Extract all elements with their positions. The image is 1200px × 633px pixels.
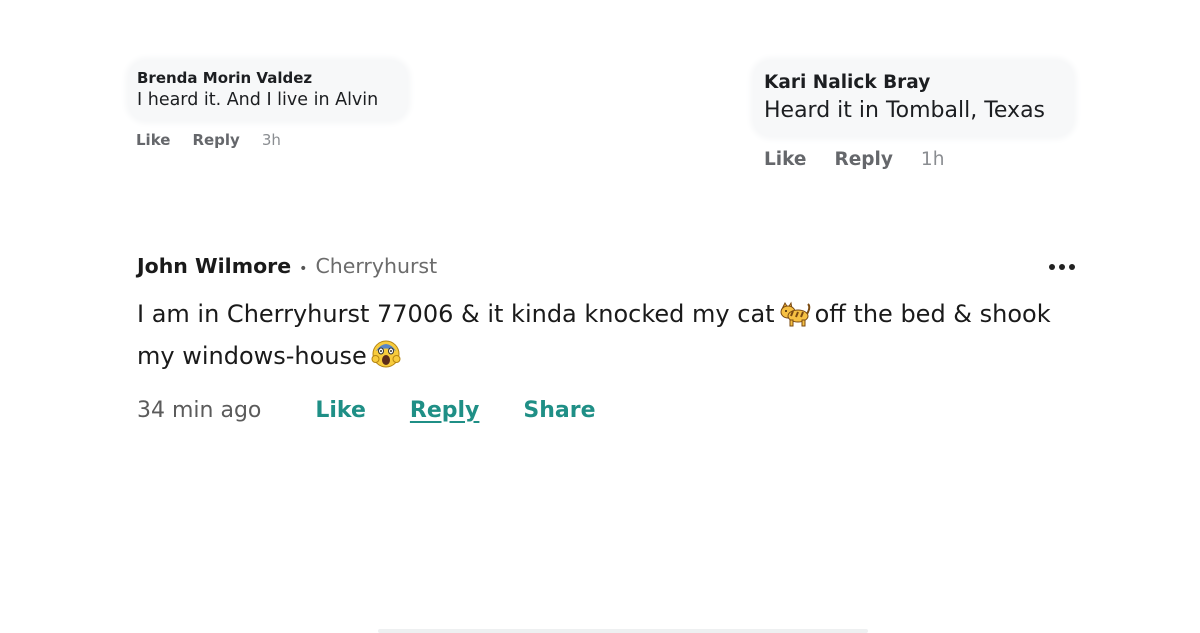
comment-kari: Kari Nalick Bray Heard it in Tomball, Te… [753,60,1074,170]
share-button[interactable]: Share [523,398,595,423]
page: Brenda Morin Valdez I heard it. And I li… [0,0,1200,633]
comment-header: John Wilmore • Cherryhurst [137,254,1077,286]
comment-text-part1: I am in Cherryhurst 77006 & it kinda kno… [137,300,775,328]
screaming-face-emoji [371,339,401,380]
comment-actions: 34 min ago Like Reply Share [137,398,1077,423]
comment-actions: Like Reply 3h [136,131,408,149]
more-dot [1069,264,1075,270]
reply-button[interactable]: Reply [192,131,239,149]
like-button[interactable]: Like [315,398,366,423]
comment-body: I am in Cherryhurst 77006 & it kinda kno… [137,296,1067,380]
comment-bubble: Brenda Morin Valdez I heard it. And I li… [128,60,408,121]
comment-text: I heard it. And I live in Alvin [137,90,379,110]
comment-actions: Like Reply 1h [764,149,1074,170]
comment-bubble: Kari Nalick Bray Heard it in Tomball, Te… [753,60,1074,137]
reply-button[interactable]: Reply [410,398,480,423]
more-options-icon[interactable] [1047,262,1077,272]
neighborhood-label[interactable]: Cherryhurst [315,254,437,278]
comment-brenda: Brenda Morin Valdez I heard it. And I li… [128,60,408,149]
comment-timestamp: 34 min ago [137,398,262,423]
like-button[interactable]: Like [764,149,806,170]
separator-dot: • [299,261,308,277]
more-dot [1049,264,1055,270]
comment-timestamp[interactable]: 1h [921,149,945,170]
comment-john: John Wilmore • Cherryhurst I am in Cherr… [137,254,1077,423]
bottom-divider [378,629,868,633]
comment-text: Heard it in Tomball, Texas [764,98,1046,123]
more-dot [1059,264,1065,270]
comment-author[interactable]: Brenda Morin Valdez [137,69,394,88]
reply-button[interactable]: Reply [834,149,892,170]
cat-emoji [779,301,811,338]
comment-author[interactable]: Kari Nalick Bray [764,71,1058,95]
like-button[interactable]: Like [136,131,170,149]
comment-author[interactable]: John Wilmore [137,254,291,278]
comment-timestamp[interactable]: 3h [262,131,281,149]
